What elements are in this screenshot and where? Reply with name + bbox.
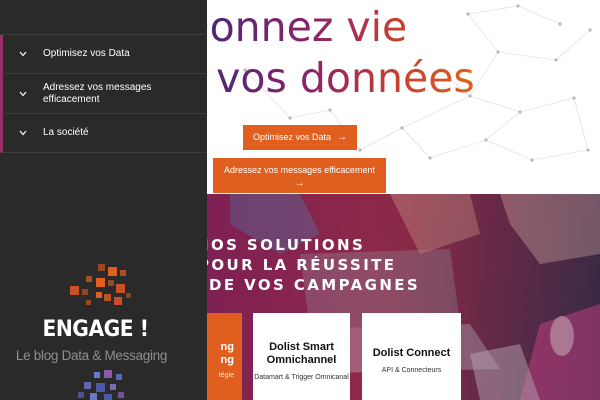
solution-card-title: Dolist Smart Omnichannel xyxy=(266,341,337,366)
engage-logo-title: ENGAGE ! xyxy=(42,317,149,342)
logo-blue-squares xyxy=(78,370,124,400)
cta-optimisez-button[interactable]: Optimisez vos Data → xyxy=(243,125,357,150)
hero-title-line2: à vos données xyxy=(178,54,475,102)
solution-card-smart-omnichannel[interactable]: Dolist Smart Omnichannel Datamart & Trig… xyxy=(253,313,350,400)
cta-adressez-label: Adressez vos messages efficacement xyxy=(224,165,375,175)
chevron-down-icon[interactable] xyxy=(3,51,43,57)
solution-card-title: Dolist Connect xyxy=(372,347,451,359)
arrow-right-icon: → xyxy=(294,178,305,189)
hero-title: Donnez vie à vos données xyxy=(178,2,475,104)
solution-card-connect[interactable]: Dolist Connect API & Connecteurs xyxy=(362,313,461,400)
solutions-title-line1: NOS SOLUTIONS xyxy=(196,236,366,254)
cta-optimisez-label: Optimisez vos Data xyxy=(252,132,332,142)
chevron-down-icon[interactable] xyxy=(3,130,43,136)
side-menu-item-societe[interactable]: La société xyxy=(0,114,207,153)
side-menu-item-label: Optimisez vos Data xyxy=(43,48,130,59)
side-menu-item-optimisez[interactable]: Optimisez vos Data xyxy=(0,35,207,74)
side-menu-item-label: La société xyxy=(43,127,89,138)
cta-adressez-button[interactable]: Adressez vos messages efficacement → xyxy=(213,158,386,193)
solutions-title: NOS SOLUTIONS POUR LA RÉUSSITE DE VOS CA… xyxy=(196,235,420,295)
side-menu-item-label: Adressez vos messages efficacement xyxy=(43,81,152,105)
solution-card-subtitle: API & Connecteurs xyxy=(381,367,442,374)
arrow-right-icon: → xyxy=(337,132,348,143)
side-menu-item-adressez[interactable]: Adressez vos messages efficacement xyxy=(0,74,207,114)
logo-orange-squares xyxy=(70,264,131,305)
chevron-down-icon[interactable] xyxy=(3,91,43,97)
solutions-title-line3: DE VOS CAMPAGNES xyxy=(209,276,421,294)
solution-card-subtitle: Datamart & Trigger Omnicanal xyxy=(254,374,349,381)
engage-logo-subtitle: Le blog Data & Messaging xyxy=(15,348,168,363)
hero-title-line1: Donnez vie xyxy=(178,3,408,51)
side-menu-header xyxy=(0,0,207,35)
solutions-title-line2: POUR LA RÉUSSITE xyxy=(198,256,397,274)
side-menu-panel: Optimisez vos Data Adressez vos messages… xyxy=(0,0,207,400)
